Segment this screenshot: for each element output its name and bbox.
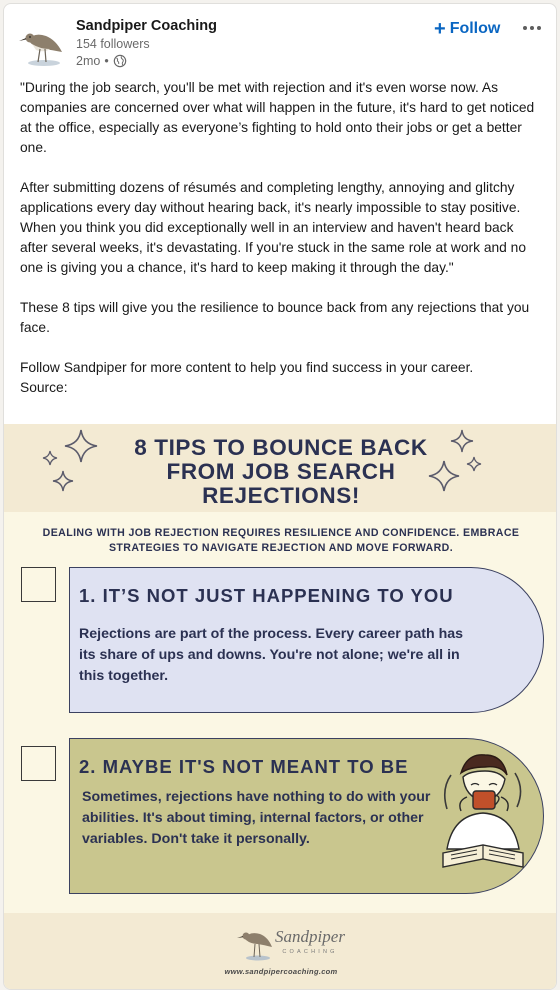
tip-heading: 1. IT’S NOT JUST HAPPENING TO YOU — [79, 585, 454, 606]
post-body: "During the job search, you'll be met wi… — [20, 78, 542, 398]
post-header: Sandpiper Coaching 154 followers 2mo • +… — [4, 4, 556, 74]
follow-label: Follow — [449, 20, 501, 37]
post-image-infographic[interactable]: 8 TIPS TO BOUNCE BACK FROM JOB SEARCH RE… — [4, 424, 556, 989]
reader-with-coffee-illustration — [442, 754, 524, 868]
tip-checkbox — [21, 567, 56, 602]
post-time: 2mo — [76, 54, 101, 68]
more-dot — [537, 26, 541, 30]
sparkle-icon — [52, 470, 74, 492]
post-paragraph: Source: — [20, 380, 68, 395]
svg-text:COACHING: COACHING — [282, 949, 337, 955]
post-paragraph: Follow Sandpiper for more content to hel… — [20, 360, 474, 375]
tip-heading: 2. MAYBE IT'S NOT MEANT TO BE — [79, 756, 409, 777]
tip-body: Rejections are part of the process. Ever… — [79, 626, 464, 684]
svg-text:Sandpiper: Sandpiper — [275, 927, 345, 946]
brand-url: www.sandpipercoaching.com — [224, 967, 338, 976]
follower-count: 154 followers — [76, 37, 150, 51]
tip-card-1: 1. IT’S NOT JUST HAPPENING TO YOU Reject… — [69, 567, 544, 713]
sparkle-icon — [466, 456, 482, 472]
plus-icon: + — [434, 18, 446, 40]
tip-body: Sometimes, rejections have nothing to do… — [82, 789, 431, 847]
post-meta: 2mo • — [76, 54, 127, 68]
more-options-button[interactable] — [518, 16, 546, 40]
globe-icon — [113, 54, 126, 68]
author-name[interactable]: Sandpiper Coaching — [76, 18, 217, 34]
feed-post-card: Sandpiper Coaching 154 followers 2mo • +… — [3, 3, 557, 990]
more-dot — [523, 26, 527, 30]
sandpiper-avatar[interactable] — [18, 18, 68, 68]
post-paragraph: "During the job search, you'll be met wi… — [20, 80, 535, 155]
post-paragraph: After submitting dozens of résumés and c… — [20, 180, 527, 275]
meta-separator: • — [104, 54, 109, 68]
infographic-title: 8 TIPS TO BOUNCE BACK FROM JOB SEARCH RE… — [134, 435, 428, 508]
post-paragraph: These 8 tips will give you the resilienc… — [20, 300, 530, 335]
sandpiper-coaching-logo: Sandpiper COACHING — [237, 927, 345, 961]
more-dot — [530, 26, 534, 30]
infographic-subtitle: DEALING WITH JOB REJECTION REQUIRES RESI… — [42, 527, 520, 554]
tip-checkbox — [21, 746, 56, 781]
sparkle-icon — [42, 450, 58, 466]
follow-button[interactable]: + Follow — [434, 16, 500, 42]
sparkle-icon — [64, 429, 98, 463]
